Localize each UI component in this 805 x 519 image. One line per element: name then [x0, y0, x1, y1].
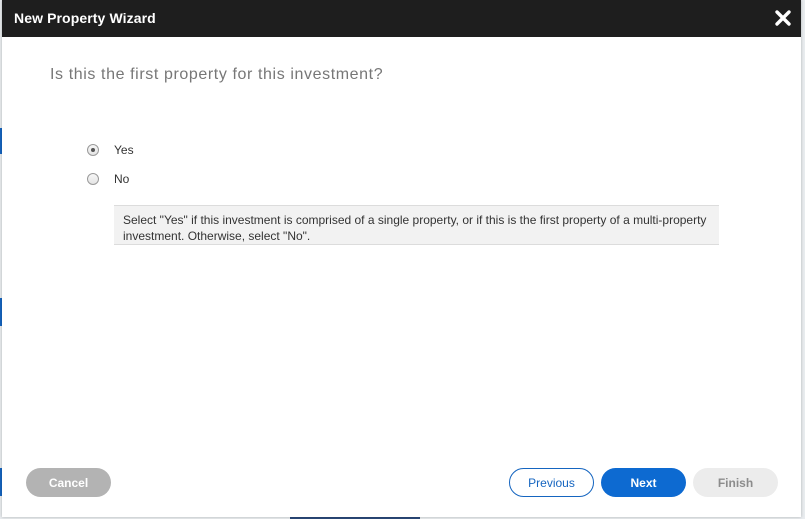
radio-yes[interactable]: [87, 144, 99, 156]
option-yes[interactable]: Yes: [87, 141, 134, 159]
close-icon: [775, 10, 791, 26]
page: New Property Wizard Is this the first pr…: [0, 0, 805, 519]
cancel-button[interactable]: Cancel: [26, 468, 111, 497]
option-no[interactable]: No: [87, 170, 129, 188]
option-label: No: [114, 172, 130, 186]
dialog-header: New Property Wizard: [2, 0, 801, 37]
finish-button[interactable]: Finish: [693, 468, 778, 497]
close-button[interactable]: [774, 9, 792, 27]
next-button[interactable]: Next: [601, 468, 686, 497]
option-label: Yes: [114, 143, 134, 157]
dialog-title: New Property Wizard: [14, 10, 156, 26]
previous-button[interactable]: Previous: [509, 468, 594, 497]
radio-no[interactable]: [87, 173, 99, 185]
wizard-dialog: New Property Wizard Is this the first pr…: [2, 0, 801, 517]
hint-text: Select "Yes" if this investment is compr…: [114, 205, 719, 245]
question-text: Is this the first property for this inve…: [50, 66, 384, 83]
